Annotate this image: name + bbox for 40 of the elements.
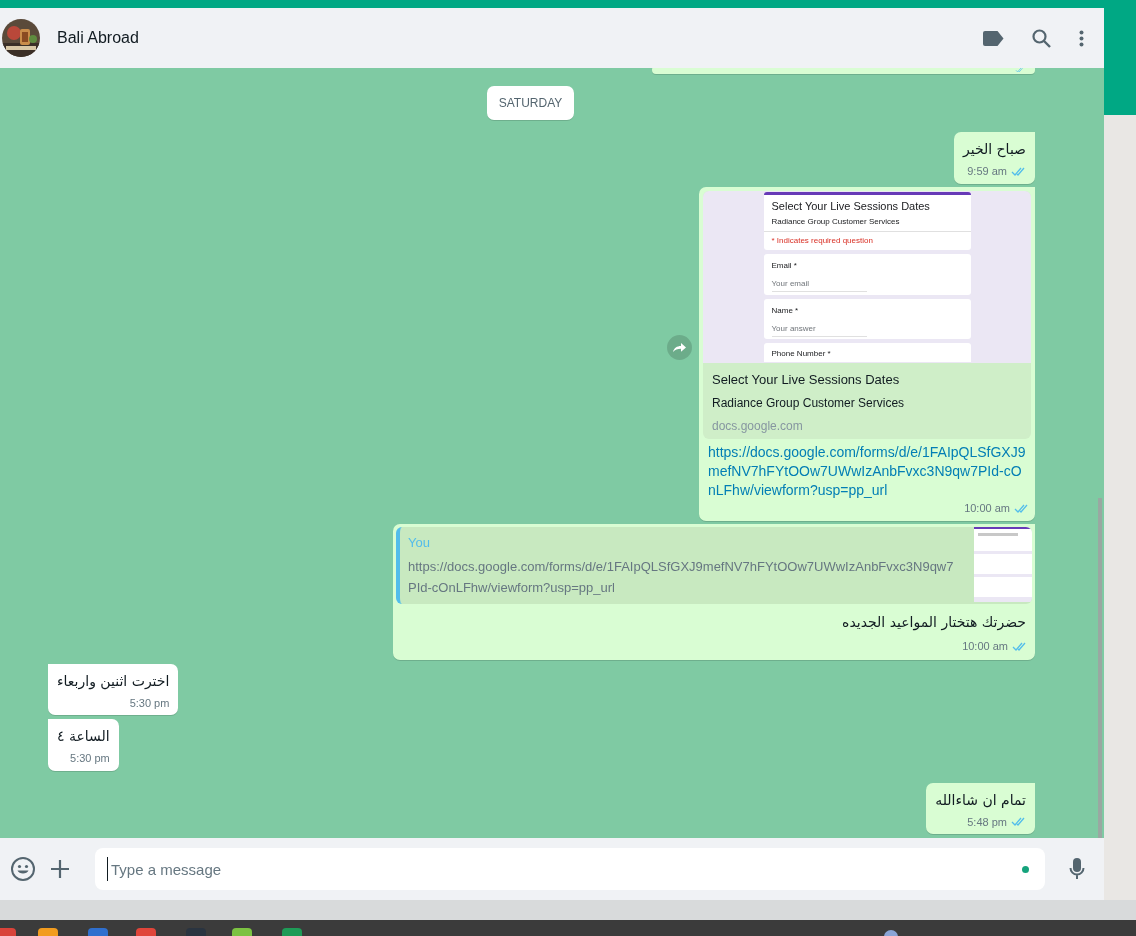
- message-link[interactable]: https://docs.google.com/forms/d/e/1FAIpQLSfGXJ9mefNV7hFYtOOw7UWwIzAnbFvxc3N9qw7PId-cOnLFhw/viewform?usp=pp_url: [703, 439, 1031, 500]
- status-dot-icon[interactable]: [1022, 865, 1029, 873]
- emoji-icon[interactable]: [10, 856, 36, 882]
- field-hint: Your email: [771, 278, 867, 292]
- field-label: Name *: [771, 304, 800, 317]
- form-note: * Indicates required question: [770, 235, 874, 247]
- quoted-message[interactable]: You https://docs.google.com/forms/d/e/1FAIpQLSfGXJ9mefNV7hFYtOOw7UWwIzAnbFvxc3N9qw7PId-cOnLFhw/viewform?usp=pp_url: [396, 526, 1032, 604]
- quote-text: https://docs.google.com/forms/d/e/1FAIpQLSfGXJ9mefNV7hFYtOOw7UWwIzAnbFvxc3N9qw7PId-cOnLFhw/viewform?usp=pp_url: [408, 558, 955, 597]
- date-badge: SATURDAY: [486, 86, 575, 120]
- scrollbar[interactable]: [1098, 498, 1102, 838]
- plus-icon[interactable]: [50, 859, 70, 879]
- preview-title: Select Your Live Sessions Dates: [712, 370, 901, 389]
- quote-author: You: [408, 533, 431, 552]
- microphone-icon[interactable]: [1069, 857, 1085, 881]
- preview-subtitle: Radiance Group Customer Services: [712, 395, 906, 412]
- message-input[interactable]: Type a message: [107, 857, 1014, 881]
- form-title: Select Your Live Sessions Dates: [770, 198, 931, 214]
- message-text: حضرتك هتختار المواعيد الجديده: [841, 613, 1027, 633]
- field-label: Email *: [771, 260, 798, 272]
- message-time: 5:30 pm: [129, 695, 170, 711]
- message-time: 5:30 pm: [70, 751, 110, 766]
- message-time: 9:59 am: [967, 164, 1007, 179]
- preview-domain: docs.google.com: [712, 418, 804, 435]
- label-icon[interactable]: [983, 30, 1004, 46]
- message-time: 10:00 am: [964, 501, 1010, 516]
- forward-icon[interactable]: [667, 334, 692, 360]
- menu-icon[interactable]: [1079, 29, 1084, 47]
- message-text: صباح الخير: [963, 140, 1026, 160]
- field-label: Phone Number *: [771, 348, 832, 361]
- search-icon[interactable]: [1032, 28, 1051, 48]
- message-field[interactable]: Type a message: [95, 848, 1045, 890]
- form-subtitle: Radiance Group Customer Services: [763, 214, 971, 232]
- field-hint: Your answer: [771, 322, 867, 337]
- link-preview[interactable]: [703, 190, 1031, 439]
- message-text: اخترت اثنين واربعاء: [57, 671, 170, 692]
- message-time: 10:00 am: [962, 639, 1008, 654]
- message-text: الساعة ٤: [57, 727, 110, 746]
- message-time: 5:48 pm: [967, 814, 1007, 830]
- contact-name: Bali Abroad: [57, 28, 139, 48]
- message-text: تمام ان شاءالله: [935, 790, 1026, 810]
